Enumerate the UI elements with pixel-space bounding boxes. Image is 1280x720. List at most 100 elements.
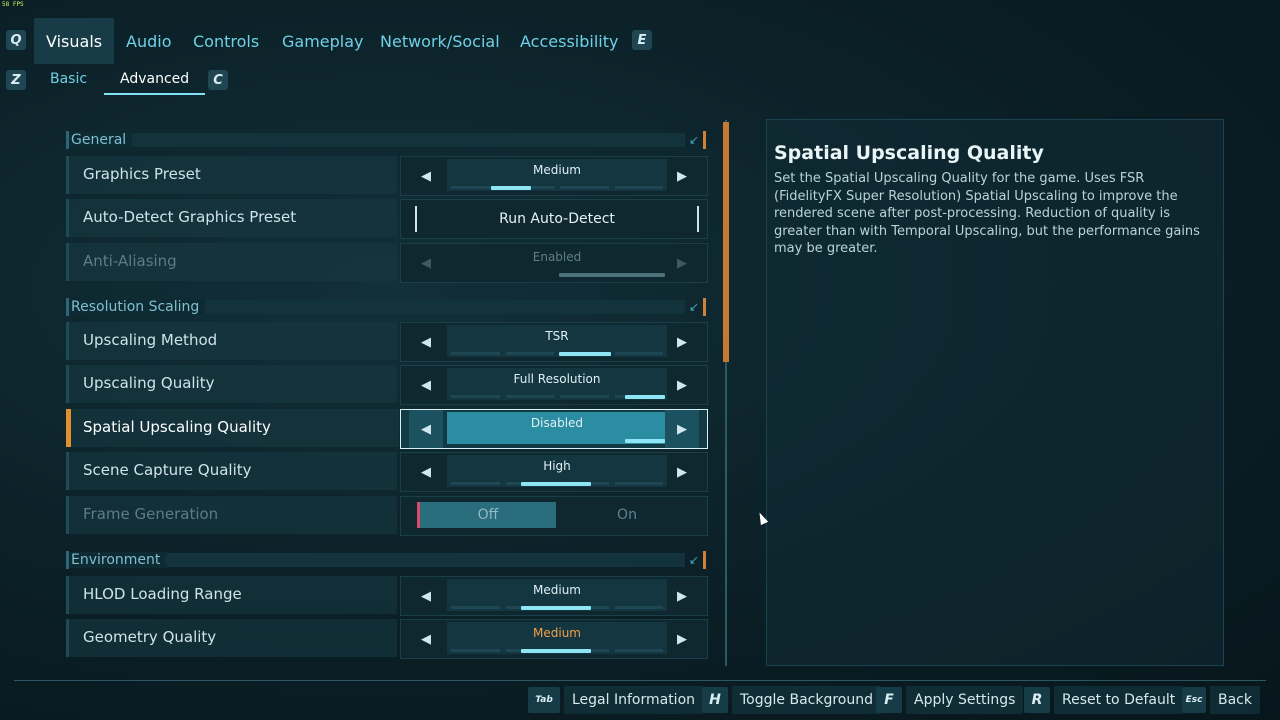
tab-accessibility[interactable]: Accessibility xyxy=(508,18,630,64)
e-key-icon[interactable]: E xyxy=(632,30,652,50)
sub-tab-bar: Z Basic Advanced C xyxy=(0,66,1280,95)
arrow-right-icon: ▶ xyxy=(677,255,687,271)
setting-value: Medium xyxy=(533,163,581,177)
arrow-left-icon[interactable]: ◀ xyxy=(409,620,443,658)
footer-label: Reset to Default xyxy=(1054,686,1184,714)
back-button[interactable]: Esc Back xyxy=(1182,686,1260,714)
main-tab-bar: Q Visuals Audio Controls Gameplay Networ… xyxy=(0,18,1280,64)
footer-label: Toggle Background xyxy=(732,686,881,714)
selector[interactable]: ◀ High ▶ xyxy=(400,452,708,492)
section-environment: Environment ↙ xyxy=(66,551,706,569)
arrow-right-icon[interactable]: ▶ xyxy=(665,366,699,404)
tab-gameplay[interactable]: Gameplay xyxy=(270,18,376,64)
collapse-icon[interactable]: ↙ xyxy=(689,300,699,314)
selector[interactable]: ◀ Disabled ▶ xyxy=(400,409,708,449)
selector[interactable]: ◀ TSR ▶ xyxy=(400,322,708,362)
z-key-icon[interactable]: Z xyxy=(6,70,26,90)
footer-label: Back xyxy=(1210,686,1260,714)
setting-value: Full Resolution xyxy=(513,372,601,386)
setting-label: Anti-Aliasing xyxy=(83,252,177,270)
arrow-right-icon[interactable]: ▶ xyxy=(665,620,699,658)
esc-key-icon: Esc xyxy=(1182,687,1206,713)
arrow-left-icon[interactable]: ◀ xyxy=(409,410,443,448)
toggle-on-option: On xyxy=(617,507,637,523)
selector[interactable]: ◀ Medium ▶ xyxy=(400,156,708,196)
level-indicator xyxy=(559,273,665,277)
tab-audio[interactable]: Audio xyxy=(114,18,183,64)
setting-value: Medium xyxy=(533,626,581,640)
tab-visuals[interactable]: Visuals xyxy=(34,18,115,64)
footer-divider xyxy=(14,680,1266,681)
setting-frame-generation: Frame Generation Off On xyxy=(66,496,708,536)
setting-label: Upscaling Quality xyxy=(83,374,215,392)
setting-label: Auto-Detect Graphics Preset xyxy=(83,208,297,226)
setting-value: Medium xyxy=(533,583,581,597)
tab-controls[interactable]: Controls xyxy=(181,18,271,64)
footer-label: Legal Information xyxy=(564,686,704,714)
section-resolution-scaling: Resolution Scaling ↙ xyxy=(66,298,706,316)
setting-auto-detect[interactable]: Auto-Detect Graphics Preset Run Auto-Det… xyxy=(66,199,708,239)
level-indicator xyxy=(559,352,611,356)
fps-counter: 58 FPS xyxy=(2,1,24,8)
f-key-icon: F xyxy=(876,687,902,713)
setting-anti-aliasing: Anti-Aliasing ◀ Enabled ▶ xyxy=(66,243,708,283)
arrow-left-icon[interactable]: ◀ xyxy=(409,577,443,615)
arrow-left-icon[interactable]: ◀ xyxy=(409,453,443,491)
section-title: General xyxy=(66,132,133,148)
footer-label: Apply Settings xyxy=(906,686,1024,714)
setting-scene-capture-quality[interactable]: Scene Capture Quality ◀ High ▶ xyxy=(66,452,708,492)
description-panel: Spatial Upscaling Quality Set the Spatia… xyxy=(766,119,1224,666)
setting-graphics-preset[interactable]: Graphics Preset ◀ Medium ▶ xyxy=(66,156,708,196)
arrow-left-icon[interactable]: ◀ xyxy=(409,157,443,195)
level-indicator xyxy=(521,606,591,610)
selector[interactable]: ◀ Full Resolution ▶ xyxy=(400,365,708,405)
settings-scrollbar[interactable] xyxy=(720,120,732,666)
section-general: General ↙ xyxy=(66,131,706,149)
setting-geometry-quality[interactable]: Geometry Quality ◀ Medium ▶ xyxy=(66,619,708,659)
apply-settings-button[interactable]: F Apply Settings xyxy=(876,686,1024,714)
button-label: Run Auto-Detect xyxy=(415,206,699,232)
tab-basic[interactable]: Basic xyxy=(50,66,87,93)
run-auto-detect-button[interactable]: Run Auto-Detect xyxy=(400,199,708,239)
h-key-icon: H xyxy=(702,687,728,713)
arrow-right-icon[interactable]: ▶ xyxy=(665,157,699,195)
selector[interactable]: ◀ Medium ▶ xyxy=(400,576,708,616)
reset-to-default-button[interactable]: R Reset to Default xyxy=(1024,686,1184,714)
arrow-right-icon[interactable]: ▶ xyxy=(665,577,699,615)
toggle-background-button[interactable]: H Toggle Background xyxy=(702,686,881,714)
arrow-left-icon[interactable]: ◀ xyxy=(409,366,443,404)
legal-information-button[interactable]: Tab Legal Information xyxy=(528,686,704,714)
setting-label: Geometry Quality xyxy=(83,628,217,646)
r-key-icon: R xyxy=(1024,687,1050,713)
arrow-left-icon[interactable]: ◀ xyxy=(409,323,443,361)
section-title: Resolution Scaling xyxy=(66,299,206,315)
selector[interactable]: ◀ Medium ▶ xyxy=(400,619,708,659)
description-text: Set the Spatial Upscaling Quality for th… xyxy=(774,171,1200,256)
setting-upscaling-method[interactable]: Upscaling Method ◀ TSR ▶ xyxy=(66,322,708,362)
tab-advanced[interactable]: Advanced xyxy=(104,66,206,95)
setting-label: HLOD Loading Range xyxy=(83,585,242,603)
arrow-right-icon[interactable]: ▶ xyxy=(665,323,699,361)
section-title: Environment xyxy=(66,552,167,568)
collapse-icon[interactable]: ↙ xyxy=(689,553,699,567)
setting-value: Disabled xyxy=(530,416,584,430)
q-key-icon[interactable]: Q xyxy=(6,30,26,50)
level-indicator xyxy=(625,395,665,399)
scrollbar-thumb[interactable] xyxy=(723,122,729,362)
setting-label: Frame Generation xyxy=(83,505,219,523)
c-key-icon[interactable]: C xyxy=(208,70,228,90)
toggle-off-option: Off xyxy=(417,502,556,528)
setting-value: High xyxy=(543,459,571,473)
arrow-left-icon: ◀ xyxy=(421,255,431,271)
tab-network-social[interactable]: Network/Social xyxy=(368,18,512,64)
setting-hlod-loading-range[interactable]: HLOD Loading Range ◀ Medium ▶ xyxy=(66,576,708,616)
collapse-icon[interactable]: ↙ xyxy=(689,133,699,147)
selector: ◀ Enabled ▶ xyxy=(400,243,708,283)
arrow-right-icon[interactable]: ▶ xyxy=(665,410,699,448)
setting-label: Spatial Upscaling Quality xyxy=(83,418,271,436)
setting-value: Enabled xyxy=(532,250,582,264)
setting-spatial-upscaling-quality[interactable]: Spatial Upscaling Quality ◀ Disabled ▶ xyxy=(66,409,708,449)
level-indicator xyxy=(491,186,531,190)
arrow-right-icon[interactable]: ▶ xyxy=(665,453,699,491)
setting-upscaling-quality[interactable]: Upscaling Quality ◀ Full Resolution ▶ xyxy=(66,365,708,405)
